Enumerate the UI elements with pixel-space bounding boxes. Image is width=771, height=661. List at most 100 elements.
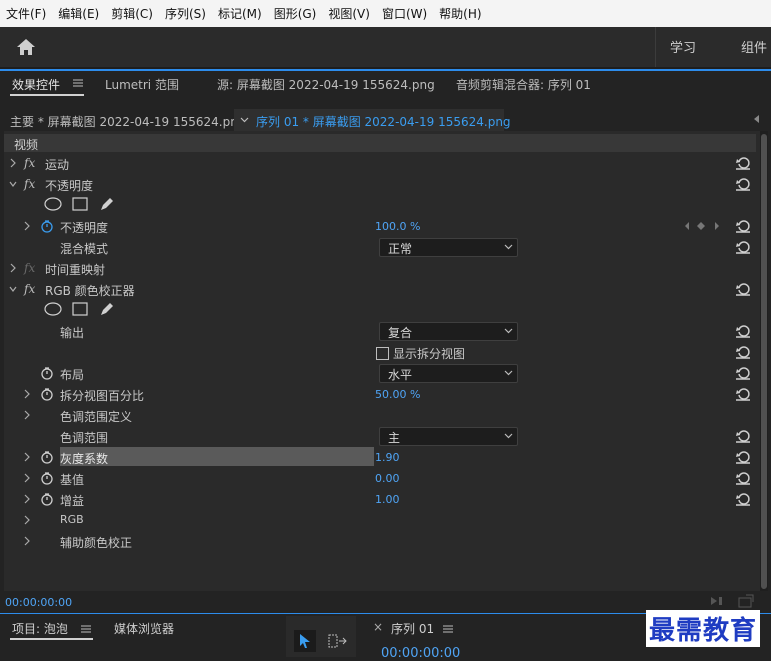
home-icon[interactable]: [14, 36, 38, 58]
property-row-tonal-range-def[interactable]: 色调范围定义: [4, 405, 760, 426]
split-percent-value[interactable]: 50.00 %: [375, 388, 420, 401]
sequence-timecode[interactable]: 00:00:00:00: [381, 646, 460, 661]
stopwatch-icon[interactable]: [40, 471, 54, 485]
reset-icon[interactable]: [735, 156, 751, 170]
property-row-split-percent[interactable]: 拆分视图百分比 50.00 %: [4, 384, 760, 405]
chevron-right-icon[interactable]: [22, 535, 32, 547]
reset-icon[interactable]: [735, 177, 751, 191]
fx-icon[interactable]: fx: [24, 156, 35, 170]
chevron-right-icon[interactable]: [22, 220, 32, 232]
reset-icon[interactable]: [735, 492, 751, 506]
chevron-right-icon[interactable]: [22, 451, 32, 463]
menu-graphics[interactable]: 图形(G): [268, 5, 323, 22]
stopwatch-icon[interactable]: [40, 366, 54, 380]
chevron-down-icon[interactable]: [8, 283, 18, 295]
ellipse-mask-icon[interactable]: [44, 302, 62, 316]
gain-value[interactable]: 1.00: [375, 493, 400, 506]
collapse-arrow-icon[interactable]: [752, 114, 760, 124]
selection-tool-button[interactable]: [294, 630, 316, 652]
tab-lumetri-scopes[interactable]: Lumetri 范围: [105, 76, 179, 93]
master-clip-label[interactable]: 主要 * 屏幕截图 2022-04-19 155624.png: [10, 113, 245, 130]
fx-icon[interactable]: fx: [24, 282, 35, 296]
property-row-blend-mode[interactable]: 混合模式 正常: [4, 237, 760, 258]
reset-icon[interactable]: [735, 345, 751, 359]
chevron-right-icon[interactable]: [8, 262, 18, 274]
layout-dropdown[interactable]: 水平: [379, 364, 518, 383]
menu-window[interactable]: 窗口(W): [376, 5, 433, 22]
effect-row-opacity-group[interactable]: fx 不透明度: [4, 174, 760, 195]
sequence-clip-tab[interactable]: 序列 01 * 屏幕截图 2022-04-19 155624.png: [234, 109, 511, 131]
tonal-range-dropdown[interactable]: 主: [379, 427, 518, 446]
panel-menu-icon[interactable]: [443, 624, 453, 634]
menu-view[interactable]: 视图(V): [322, 5, 376, 22]
stopwatch-icon[interactable]: [40, 387, 54, 401]
rectangle-mask-icon[interactable]: [72, 302, 88, 316]
scrollbar-thumb[interactable]: [761, 134, 767, 589]
property-row-output[interactable]: 输出 复合: [4, 321, 760, 342]
effect-row-motion[interactable]: fx 运动: [4, 153, 760, 174]
reset-icon[interactable]: [735, 324, 751, 338]
tab-source[interactable]: 源: 屏幕截图 2022-04-19 155624.png: [217, 76, 435, 93]
chevron-right-icon[interactable]: [22, 493, 32, 505]
panel-menu-icon[interactable]: [81, 624, 91, 634]
current-timecode[interactable]: 00:00:00:00: [5, 596, 72, 609]
menu-clip[interactable]: 剪辑(C): [105, 5, 159, 22]
reset-icon[interactable]: [735, 240, 751, 254]
pedestal-value[interactable]: 0.00: [375, 472, 400, 485]
property-row-gain[interactable]: 增益 1.00: [4, 489, 760, 510]
output-dropdown[interactable]: 复合: [379, 322, 518, 341]
tab-audio-mixer[interactable]: 音频剪辑混合器: 序列 01: [456, 76, 591, 93]
stopwatch-icon[interactable]: [40, 450, 54, 464]
property-row-show-split[interactable]: 显示拆分视图: [4, 342, 760, 363]
property-row-gamma[interactable]: 灰度系数 1.90: [4, 447, 760, 468]
effect-row-time-remap[interactable]: fx 时间重映射: [4, 258, 760, 279]
track-select-icon[interactable]: [328, 634, 348, 648]
property-row-opacity[interactable]: 不透明度 100.0 %: [4, 216, 760, 237]
menu-help[interactable]: 帮助(H): [433, 5, 487, 22]
reset-icon[interactable]: [735, 366, 751, 380]
export-icon[interactable]: [738, 594, 754, 608]
menu-markers[interactable]: 标记(M): [212, 5, 268, 22]
pen-mask-icon[interactable]: [99, 196, 115, 212]
reset-icon[interactable]: [735, 450, 751, 464]
tab-project[interactable]: 项目: 泡泡: [12, 620, 68, 637]
fx-icon[interactable]: fx: [24, 177, 35, 191]
property-row-tonal-range[interactable]: 色调范围 主: [4, 426, 760, 447]
gamma-value[interactable]: 1.90: [375, 451, 400, 464]
panel-menu-icon[interactable]: [73, 77, 83, 91]
effect-row-rgb-corrector[interactable]: fx RGB 颜色校正器: [4, 279, 760, 300]
property-row-pedestal[interactable]: 基值 0.00: [4, 468, 760, 489]
chevron-right-icon[interactable]: [22, 472, 32, 484]
blend-mode-dropdown[interactable]: 正常: [379, 238, 518, 257]
chevron-right-icon[interactable]: [22, 409, 32, 421]
chevron-right-icon[interactable]: [8, 157, 18, 169]
reset-icon[interactable]: [735, 282, 751, 296]
keyframe-nav-icon[interactable]: [683, 221, 723, 231]
close-icon[interactable]: ×: [373, 620, 383, 634]
reset-icon[interactable]: [735, 219, 751, 233]
reset-icon[interactable]: [735, 429, 751, 443]
property-row-secondary[interactable]: 辅助颜色校正: [4, 531, 760, 552]
chevron-right-icon[interactable]: [22, 514, 32, 526]
ellipse-mask-icon[interactable]: [44, 197, 62, 211]
pen-mask-icon[interactable]: [99, 301, 115, 317]
opacity-value[interactable]: 100.0 %: [375, 220, 420, 233]
property-row-layout[interactable]: 布局 水平: [4, 363, 760, 384]
rectangle-mask-icon[interactable]: [72, 197, 88, 211]
reset-icon[interactable]: [735, 471, 751, 485]
show-split-checkbox[interactable]: [376, 347, 389, 360]
stopwatch-icon[interactable]: [40, 219, 54, 233]
chevron-right-icon[interactable]: [22, 388, 32, 400]
reset-icon[interactable]: [735, 387, 751, 401]
tab-media-browser[interactable]: 媒体浏览器: [114, 620, 174, 637]
export-frame-icon[interactable]: [710, 595, 724, 607]
chevron-down-icon[interactable]: [8, 178, 18, 190]
menu-edit[interactable]: 编辑(E): [52, 5, 105, 22]
menu-file[interactable]: 文件(F): [0, 5, 52, 22]
menu-sequence[interactable]: 序列(S): [159, 5, 212, 22]
workspace-assembly[interactable]: 组件: [741, 37, 767, 56]
tab-effect-controls[interactable]: 效果控件: [12, 76, 60, 93]
stopwatch-icon[interactable]: [40, 492, 54, 506]
tab-sequence[interactable]: 序列 01: [391, 620, 434, 637]
workspace-learn[interactable]: 学习: [670, 37, 696, 56]
